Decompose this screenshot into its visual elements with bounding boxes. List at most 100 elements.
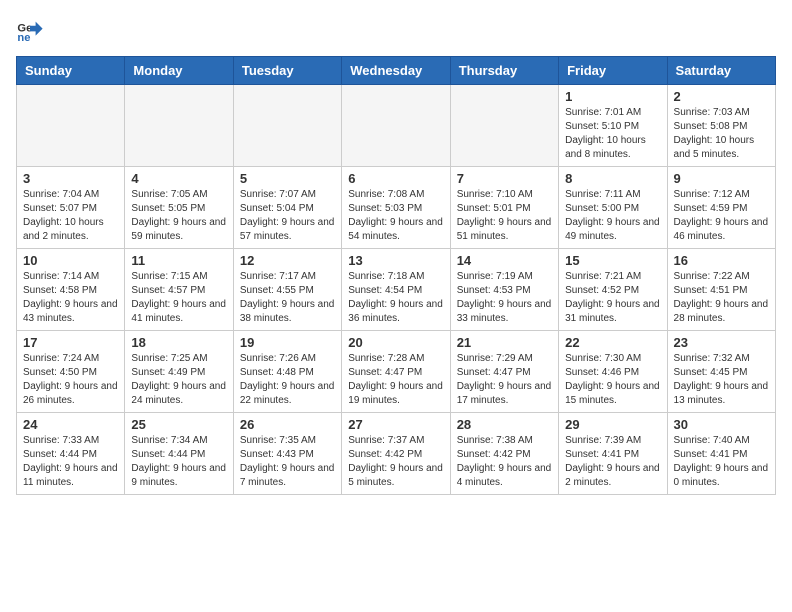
calendar-week-row: 24 Sunrise: 7:33 AM Sunset: 4:44 PM Dayli… — [17, 413, 776, 495]
calendar-week-row: 17 Sunrise: 7:24 AM Sunset: 4:50 PM Dayli… — [17, 331, 776, 413]
calendar-cell: 10Sunrise: 7:14 AM Sunset: 4:58 PM Dayli… — [17, 249, 125, 331]
day-number: 1 — [565, 89, 660, 104]
day-info: Sunrise: 7:24 AM Sunset: 4:50 PM Dayligh… — [23, 352, 118, 408]
day-info: Sunrise: 7:33 AM Sunset: 4:44 PM Dayligh… — [23, 434, 118, 490]
day-of-week-header: Thursday — [450, 57, 558, 85]
day-info: Sunrise: 7:08 AM Sunset: 5:03 PM Dayligh… — [348, 188, 443, 244]
calendar-cell: 15 Sunrise: 7:21 AM Sunset: 4:52 PM Dayli… — [559, 249, 667, 331]
calendar-cell: 24 Sunrise: 7:33 AM Sunset: 4:44 PM Dayli… — [17, 413, 125, 495]
day-number: 9 — [674, 171, 769, 186]
day-info: Sunrise: 7:12 AM Sunset: 4:59 PM Dayligh… — [674, 188, 769, 244]
day-of-week-header: Friday — [559, 57, 667, 85]
calendar-cell: 11 Sunrise: 7:15 AM Sunset: 4:57 PM Dayli… — [125, 249, 233, 331]
calendar-cell — [450, 85, 558, 167]
day-of-week-header: Saturday — [667, 57, 775, 85]
calendar-cell: 1 Sunrise: 7:01 AM Sunset: 5:10 PM Daylig… — [559, 85, 667, 167]
calendar-cell: 28 Sunrise: 7:38 AM Sunset: 4:42 PM Dayli… — [450, 413, 558, 495]
page-header: Ge ne — [16, 16, 776, 44]
day-info: Sunrise: 7:04 AM Sunset: 5:07 PM Dayligh… — [23, 188, 118, 244]
day-of-week-header: Wednesday — [342, 57, 450, 85]
day-number: 22 — [565, 335, 660, 350]
calendar-cell: 23 Sunrise: 7:32 AM Sunset: 4:45 PM Dayli… — [667, 331, 775, 413]
calendar-cell — [342, 85, 450, 167]
day-number: 3 — [23, 171, 118, 186]
calendar-cell: 6 Sunrise: 7:08 AM Sunset: 5:03 PM Daylig… — [342, 167, 450, 249]
svg-text:ne: ne — [17, 32, 30, 44]
day-info: Sunrise: 7:01 AM Sunset: 5:10 PM Dayligh… — [565, 106, 660, 162]
day-of-week-header: Tuesday — [233, 57, 341, 85]
calendar-cell: 14 Sunrise: 7:19 AM Sunset: 4:53 PM Dayli… — [450, 249, 558, 331]
day-number: 11 — [131, 253, 226, 268]
calendar-week-row: 1 Sunrise: 7:01 AM Sunset: 5:10 PM Daylig… — [17, 85, 776, 167]
day-of-week-header: Sunday — [17, 57, 125, 85]
day-info: Sunrise: 7:39 AM Sunset: 4:41 PM Dayligh… — [565, 434, 660, 490]
day-number: 13 — [348, 253, 443, 268]
day-info: Sunrise: 7:17 AM Sunset: 4:55 PM Dayligh… — [240, 270, 335, 326]
day-number: 29 — [565, 417, 660, 432]
calendar-cell: 20Sunrise: 7:28 AM Sunset: 4:47 PM Dayli… — [342, 331, 450, 413]
calendar-cell: 22Sunrise: 7:30 AM Sunset: 4:46 PM Dayli… — [559, 331, 667, 413]
logo: Ge ne — [16, 16, 46, 44]
day-info: Sunrise: 7:18 AM Sunset: 4:54 PM Dayligh… — [348, 270, 443, 326]
day-info: Sunrise: 7:40 AM Sunset: 4:41 PM Dayligh… — [674, 434, 769, 490]
calendar-cell: 13 Sunrise: 7:18 AM Sunset: 4:54 PM Dayli… — [342, 249, 450, 331]
calendar-cell: 18 Sunrise: 7:25 AM Sunset: 4:49 PM Dayli… — [125, 331, 233, 413]
day-number: 21 — [457, 335, 552, 350]
day-info: Sunrise: 7:05 AM Sunset: 5:05 PM Dayligh… — [131, 188, 226, 244]
day-number: 16 — [674, 253, 769, 268]
day-of-week-header: Monday — [125, 57, 233, 85]
day-number: 7 — [457, 171, 552, 186]
calendar-cell: 27Sunrise: 7:37 AM Sunset: 4:42 PM Dayli… — [342, 413, 450, 495]
day-info: Sunrise: 7:07 AM Sunset: 5:04 PM Dayligh… — [240, 188, 335, 244]
calendar-cell: 12Sunrise: 7:17 AM Sunset: 4:55 PM Dayli… — [233, 249, 341, 331]
day-info: Sunrise: 7:03 AM Sunset: 5:08 PM Dayligh… — [674, 106, 769, 162]
day-info: Sunrise: 7:15 AM Sunset: 4:57 PM Dayligh… — [131, 270, 226, 326]
day-number: 15 — [565, 253, 660, 268]
logo-icon: Ge ne — [16, 16, 44, 44]
calendar-week-row: 10Sunrise: 7:14 AM Sunset: 4:58 PM Dayli… — [17, 249, 776, 331]
calendar-week-row: 3 Sunrise: 7:04 AM Sunset: 5:07 PM Daylig… — [17, 167, 776, 249]
day-number: 6 — [348, 171, 443, 186]
day-number: 2 — [674, 89, 769, 104]
day-info: Sunrise: 7:21 AM Sunset: 4:52 PM Dayligh… — [565, 270, 660, 326]
calendar-cell — [17, 85, 125, 167]
calendar-table: SundayMondayTuesdayWednesdayThursdayFrid… — [16, 56, 776, 495]
day-info: Sunrise: 7:11 AM Sunset: 5:00 PM Dayligh… — [565, 188, 660, 244]
calendar-cell: 4 Sunrise: 7:05 AM Sunset: 5:05 PM Daylig… — [125, 167, 233, 249]
day-number: 27 — [348, 417, 443, 432]
day-number: 17 — [23, 335, 118, 350]
day-info: Sunrise: 7:32 AM Sunset: 4:45 PM Dayligh… — [674, 352, 769, 408]
day-info: Sunrise: 7:28 AM Sunset: 4:47 PM Dayligh… — [348, 352, 443, 408]
calendar-cell: 29 Sunrise: 7:39 AM Sunset: 4:41 PM Dayli… — [559, 413, 667, 495]
day-info: Sunrise: 7:26 AM Sunset: 4:48 PM Dayligh… — [240, 352, 335, 408]
day-info: Sunrise: 7:35 AM Sunset: 4:43 PM Dayligh… — [240, 434, 335, 490]
calendar-header-row: SundayMondayTuesdayWednesdayThursdayFrid… — [17, 57, 776, 85]
day-number: 5 — [240, 171, 335, 186]
day-number: 4 — [131, 171, 226, 186]
day-number: 30 — [674, 417, 769, 432]
calendar-cell: 17 Sunrise: 7:24 AM Sunset: 4:50 PM Dayli… — [17, 331, 125, 413]
day-info: Sunrise: 7:19 AM Sunset: 4:53 PM Dayligh… — [457, 270, 552, 326]
calendar-cell: 5 Sunrise: 7:07 AM Sunset: 5:04 PM Daylig… — [233, 167, 341, 249]
calendar-cell: 9 Sunrise: 7:12 AM Sunset: 4:59 PM Daylig… — [667, 167, 775, 249]
day-number: 18 — [131, 335, 226, 350]
calendar-cell: 2 Sunrise: 7:03 AM Sunset: 5:08 PM Daylig… — [667, 85, 775, 167]
day-number: 25 — [131, 417, 226, 432]
day-number: 23 — [674, 335, 769, 350]
calendar-cell: 25 Sunrise: 7:34 AM Sunset: 4:44 PM Dayli… — [125, 413, 233, 495]
calendar-cell: 30 Sunrise: 7:40 AM Sunset: 4:41 PM Dayli… — [667, 413, 775, 495]
day-number: 8 — [565, 171, 660, 186]
day-number: 14 — [457, 253, 552, 268]
day-number: 24 — [23, 417, 118, 432]
day-info: Sunrise: 7:10 AM Sunset: 5:01 PM Dayligh… — [457, 188, 552, 244]
calendar-cell — [233, 85, 341, 167]
day-number: 19 — [240, 335, 335, 350]
calendar-cell: 26Sunrise: 7:35 AM Sunset: 4:43 PM Dayli… — [233, 413, 341, 495]
day-info: Sunrise: 7:38 AM Sunset: 4:42 PM Dayligh… — [457, 434, 552, 490]
day-info: Sunrise: 7:34 AM Sunset: 4:44 PM Dayligh… — [131, 434, 226, 490]
calendar-cell: 21Sunrise: 7:29 AM Sunset: 4:47 PM Dayli… — [450, 331, 558, 413]
day-number: 28 — [457, 417, 552, 432]
day-info: Sunrise: 7:14 AM Sunset: 4:58 PM Dayligh… — [23, 270, 118, 326]
calendar-cell: 19 Sunrise: 7:26 AM Sunset: 4:48 PM Dayli… — [233, 331, 341, 413]
day-info: Sunrise: 7:25 AM Sunset: 4:49 PM Dayligh… — [131, 352, 226, 408]
